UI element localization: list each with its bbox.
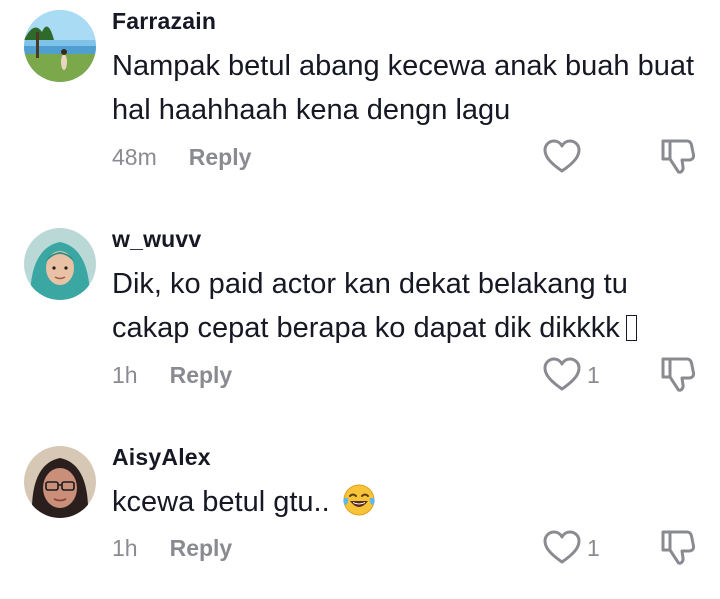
thumbs-down-icon [660, 528, 696, 566]
comment-text: Nampak betul abang kecewa anak buah buat… [112, 44, 697, 132]
comment-username[interactable]: AisyAlex [112, 444, 211, 471]
comment-text: kcewa betul gtu.. [112, 480, 697, 524]
like-count: 1 [587, 361, 600, 388]
comment-text-content: Nampak betul abang kecewa anak buah buat… [112, 50, 695, 126]
avatar[interactable] [24, 446, 96, 518]
heart-icon [543, 530, 581, 566]
dislike-button[interactable] [660, 137, 696, 177]
avatar[interactable] [24, 228, 96, 300]
thumbs-down-icon [660, 355, 696, 393]
comment-text-content: Dik, ko paid actor kan dekat belakang tu… [112, 268, 628, 344]
reply-button[interactable]: Reply [189, 144, 252, 171]
like-count: 1 [587, 534, 600, 561]
dislike-button[interactable] [660, 528, 696, 568]
comment-meta: 1h Reply [112, 362, 232, 389]
dislike-button[interactable] [660, 355, 696, 395]
comment-meta: 48m Reply [112, 144, 251, 171]
comment-timestamp: 1h [112, 362, 138, 388]
comment-timestamp: 1h [112, 535, 138, 561]
thumbs-down-icon [660, 137, 696, 175]
comment-username[interactable]: Farrazain [112, 8, 216, 35]
like-button[interactable] [543, 137, 587, 177]
reply-button[interactable]: Reply [170, 535, 233, 562]
comment-meta: 1h Reply [112, 535, 232, 562]
heart-icon [543, 139, 581, 175]
like-button[interactable]: 1 [543, 355, 600, 395]
missing-emoji-glyph [625, 315, 637, 341]
reply-button[interactable]: Reply [170, 362, 233, 389]
comment-text-content: kcewa betul gtu.. [112, 486, 330, 518]
comment-timestamp: 48m [112, 144, 157, 170]
comment-username[interactable]: w_wuvv [112, 226, 201, 253]
avatar[interactable] [24, 10, 96, 82]
face-with-tears-of-joy-icon [342, 483, 376, 517]
comment-text: Dik, ko paid actor kan dekat belakang tu… [112, 262, 697, 350]
like-button[interactable]: 1 [543, 528, 600, 568]
heart-icon [543, 357, 581, 393]
